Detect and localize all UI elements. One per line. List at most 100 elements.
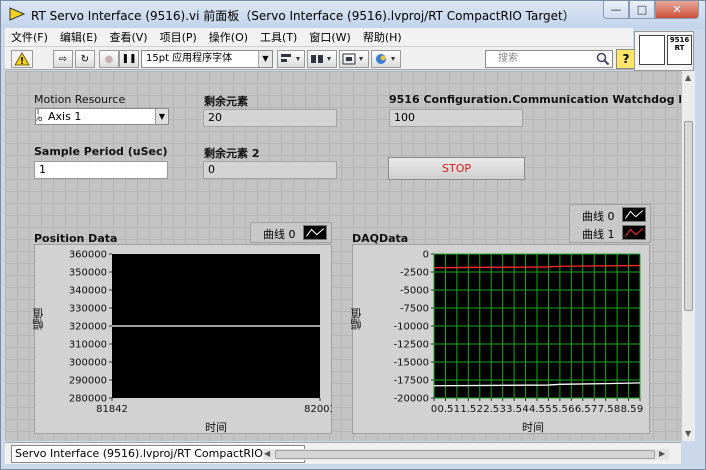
motion-resource-label: Motion Resource — [34, 93, 126, 106]
resize-objects-button[interactable] — [339, 50, 369, 68]
daq-graph-legend[interactable]: 曲线 0 曲线 1 — [569, 204, 651, 243]
distribute-icon — [311, 55, 331, 63]
run-button[interactable]: ⇨ — [53, 50, 73, 68]
title-bar: RT Servo Interface (9516).vi 前面板（Servo I… — [1, 1, 705, 29]
menu-view[interactable]: 查看(V) — [103, 29, 153, 45]
menu-window[interactable]: 窗口(W) — [303, 29, 356, 45]
position-graph-canvas[interactable]: 360000 350000 340000 330000 320000 310000 3000… — [34, 244, 332, 434]
menu-edit[interactable]: 编辑(E) — [54, 29, 104, 45]
scroll-right-icon[interactable]: ▶ — [659, 449, 665, 458]
legend-swatch — [622, 207, 646, 222]
x-tick-label: 2.5 — [483, 404, 499, 415]
legend-item[interactable]: 曲线 0 — [253, 224, 333, 242]
y-tick-label: 300000 — [69, 358, 107, 369]
legend-item[interactable]: 曲线 1 — [572, 224, 652, 242]
x-tick-label: 8 — [614, 404, 620, 415]
window: RT Servo Interface (9516).vi 前面板（Servo I… — [0, 0, 706, 470]
pause-button[interactable]: ❚❚ — [119, 50, 139, 68]
project-path: Servo Interface (9516).lvproj/RT Compact… — [11, 445, 305, 463]
y-tick-label: -15000 — [394, 358, 429, 369]
daq-graph-canvas[interactable]: 0 -2500 -5000 -7500 -10000 -12500 -15000 -17500… — [352, 244, 650, 434]
watchdog-period-indicator: 100 — [389, 109, 523, 127]
status-bar: Servo Interface (9516).lvproj/RT Compact… — [5, 442, 681, 464]
y-tick-label: 280000 — [69, 394, 107, 405]
search-placeholder: 搜索 — [498, 53, 518, 64]
y-tick-label: 310000 — [69, 340, 107, 351]
y-tick-label: 320000 — [69, 322, 107, 333]
io-name-icon: I ⁄o — [37, 108, 43, 123]
x-tick-label: 82003 — [304, 404, 332, 415]
close-button[interactable]: ✕ — [655, 1, 699, 19]
y-tick-label: -12500 — [394, 340, 429, 351]
search-icon[interactable] — [596, 52, 610, 66]
menu-tools[interactable]: 工具(T) — [254, 29, 303, 45]
run-continuously-button[interactable]: ↻ — [75, 50, 95, 68]
y-tick-label: -2500 — [400, 268, 429, 279]
daq-x-title: 时间 — [522, 421, 544, 434]
legend-label: 曲线 0 — [263, 228, 296, 241]
vertical-scrollbar[interactable]: ▲ ▼ — [681, 71, 695, 441]
x-tick-label: 1 — [454, 404, 460, 415]
y-tick-label: 330000 — [69, 304, 107, 315]
sample-period-input[interactable]: 1 — [34, 161, 168, 179]
search-input[interactable]: 搜索 — [485, 50, 613, 68]
menu-file[interactable]: 文件(F) — [5, 29, 54, 45]
position-y-title: 幅值 — [32, 308, 45, 330]
x-tick-label: 0.5 — [437, 404, 453, 415]
vi-icon-right-panel: 9516 RT — [667, 35, 692, 65]
y-tick-label: -10000 — [394, 322, 429, 333]
menu-operate[interactable]: 操作(O) — [203, 29, 254, 45]
x-tick-label: 1.5 — [460, 404, 476, 415]
front-panel: Motion Resource I ⁄o Axis 1 ▼ 剩余元素 20 951… — [5, 71, 681, 441]
position-x-title: 时间 — [205, 421, 227, 434]
toolbar: ⇨ ↻ ● ❚❚ 15pt 应用程序字体 ▼ 搜索 ? — [5, 46, 636, 70]
x-tick-label: 5.5 — [552, 404, 568, 415]
chevron-down-icon: ▼ — [155, 109, 168, 124]
motion-resource-value: Axis 1 — [48, 110, 82, 123]
scroll-up-icon[interactable]: ▲ — [685, 73, 691, 82]
remaining-elements-label: 剩余元素 — [204, 95, 248, 108]
scroll-down-icon[interactable]: ▼ — [685, 429, 691, 438]
minimize-button[interactable]: — — [603, 1, 629, 19]
window-buttons: — □ ✕ — [603, 1, 699, 21]
align-objects-button[interactable] — [277, 50, 305, 68]
legend-label: 曲线 0 — [582, 210, 615, 223]
vertical-scroll-thumb[interactable] — [684, 121, 693, 311]
warning-button[interactable] — [11, 50, 33, 68]
sample-period-label: Sample Period (uSec) — [34, 145, 168, 158]
daq-y-title: 幅值 — [350, 308, 363, 330]
legend-item[interactable]: 曲线 0 — [572, 206, 652, 224]
y-tick-label: 340000 — [69, 286, 107, 297]
vi-icon-left-panel — [639, 35, 665, 65]
x-tick-label: 4 — [522, 404, 528, 415]
motion-resource-select[interactable]: I ⁄o Axis 1 ▼ — [35, 108, 169, 125]
font-select-value: 15pt 应用程序字体 — [146, 53, 233, 64]
horizontal-scrollbar[interactable]: ◀ ▶ — [263, 449, 669, 460]
abort-button[interactable]: ● — [99, 50, 119, 68]
x-tick-label: 8.5 — [621, 404, 637, 415]
x-tick-label: 3.5 — [506, 404, 522, 415]
remaining-elements-2-indicator: 0 — [203, 161, 337, 179]
x-tick-label: 6 — [568, 404, 574, 415]
maximize-button[interactable]: □ — [629, 1, 655, 19]
menu-project[interactable]: 项目(P) — [154, 29, 203, 45]
distribute-objects-button[interactable] — [307, 50, 337, 68]
context-help-button[interactable]: ? — [616, 49, 636, 69]
labview-app-icon — [9, 7, 25, 21]
reorder-button[interactable] — [371, 50, 401, 68]
menu-help[interactable]: 帮助(H) — [357, 29, 408, 45]
y-tick-label: 350000 — [69, 268, 107, 279]
x-tick-label: 7 — [591, 404, 597, 415]
y-tick-label: 290000 — [69, 376, 107, 387]
x-tick-label: 3 — [499, 404, 505, 415]
stop-button[interactable]: STOP — [388, 157, 525, 180]
window-title: RT Servo Interface (9516).vi 前面板（Servo I… — [31, 9, 575, 23]
y-tick-label: -17500 — [394, 376, 429, 387]
horizontal-scroll-thumb[interactable] — [275, 450, 655, 459]
font-select[interactable]: 15pt 应用程序字体 ▼ — [141, 50, 273, 68]
scroll-left-icon[interactable]: ◀ — [264, 449, 270, 458]
x-tick-label: 5 — [545, 404, 551, 415]
position-graph-legend[interactable]: 曲线 0 — [250, 222, 332, 243]
legend-swatch — [303, 225, 327, 240]
y-tick-label: -20000 — [394, 394, 429, 405]
